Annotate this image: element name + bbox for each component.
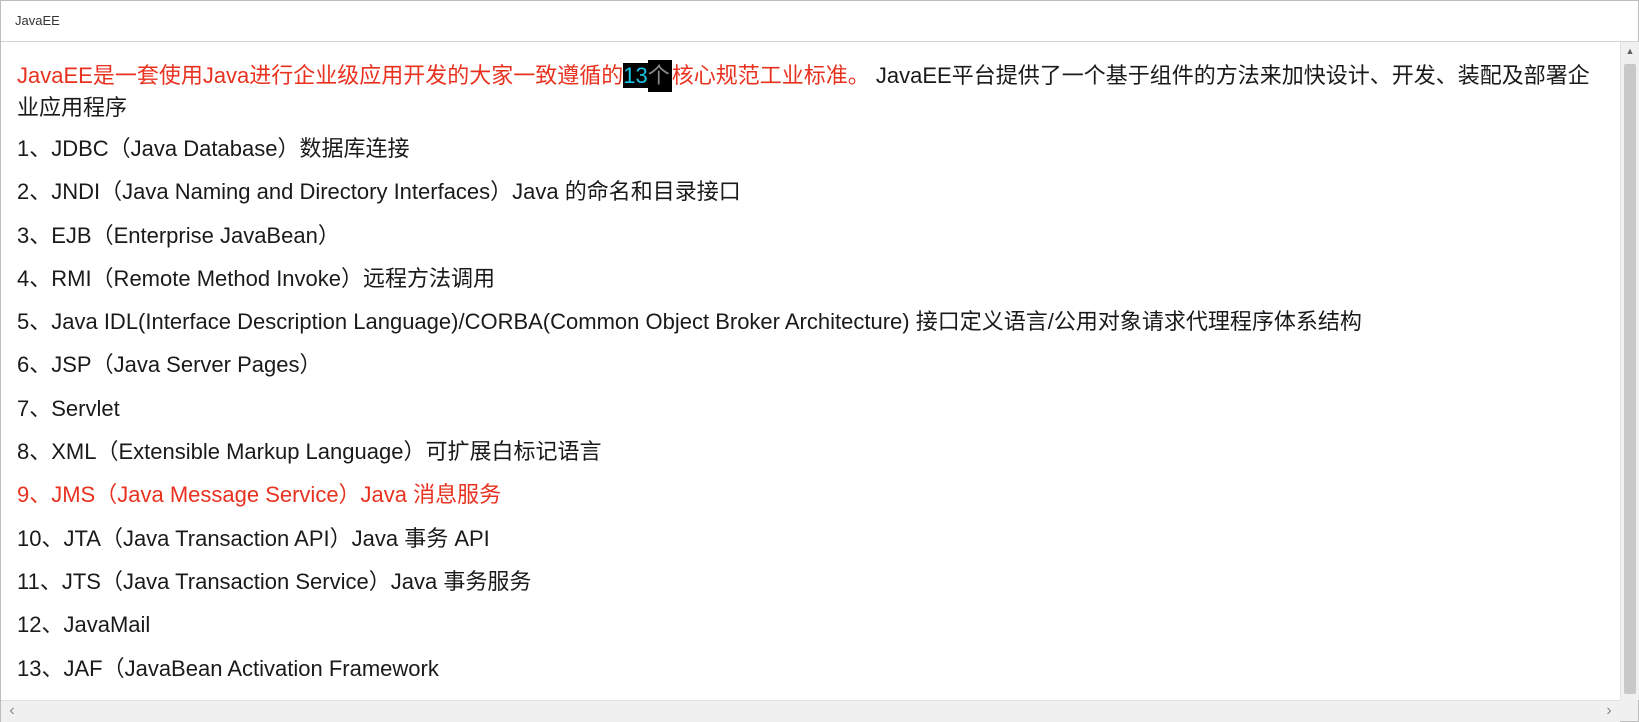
document-body[interactable]: JavaEE是一套使用Java进行企业级应用开发的大家一致遵循的13个核心规范工… [1, 42, 1620, 700]
list-item[interactable]: 12、JavaMail [17, 603, 1607, 646]
title-bar: JavaEE [1, 1, 1638, 42]
vertical-scroll-thumb[interactable] [1624, 64, 1636, 694]
list-item[interactable]: 8、XML（Extensible Markup Language）可扩展白标记语… [17, 430, 1607, 473]
chevron-right-icon[interactable]: › [1600, 701, 1618, 722]
selected-char[interactable]: 个 [647, 60, 672, 92]
document-window: JavaEE JavaEE是一套使用Java进行企业级应用开发的大家一致遵循的1… [0, 0, 1639, 722]
intro-red-text: JavaEE是一套使用Java进行企业级应用开发的大家一致遵循的 [17, 63, 624, 88]
window-title: JavaEE [15, 13, 60, 28]
list-item[interactable]: 10、JTA（Java Transaction API）Java 事务 API [17, 517, 1607, 560]
list-item-highlighted[interactable]: 9、JMS（Java Message Service）Java 消息服务 [17, 473, 1607, 516]
vertical-scrollbar[interactable]: ▲ [1620, 42, 1639, 700]
list-item[interactable]: 1、JDBC（Java Database）数据库连接 [17, 127, 1607, 170]
list-item[interactable]: 11、JTS（Java Transaction Service）Java 事务服… [17, 560, 1607, 603]
list-item[interactable]: 3、EJB（Enterprise JavaBean） [17, 214, 1607, 257]
list-item[interactable]: 5、Java IDL(Interface Description Languag… [17, 300, 1607, 343]
list-item[interactable]: 7、Servlet [17, 387, 1607, 430]
list-item[interactable]: 13、JAF（JavaBean Activation Framework [17, 647, 1607, 690]
scrollbar-corner [1620, 700, 1638, 721]
list-item[interactable]: 4、RMI（Remote Method Invoke）远程方法调用 [17, 257, 1607, 300]
list-item[interactable]: 2、JNDI（Java Naming and Directory Interfa… [17, 170, 1607, 213]
list-item[interactable]: 6、JSP（Java Server Pages） [17, 343, 1607, 386]
selected-number[interactable]: 13 [623, 63, 648, 88]
intro-paragraph[interactable]: JavaEE是一套使用Java进行企业级应用开发的大家一致遵循的13个核心规范工… [17, 60, 1607, 124]
intro-red-text-2: 核心规范工业标准。 [671, 63, 870, 88]
chevron-left-icon[interactable]: ‹ [3, 701, 21, 722]
spec-list: 1、JDBC（Java Database）数据库连接 2、JNDI（Java N… [17, 127, 1607, 690]
caret-up-icon[interactable]: ▲ [1621, 42, 1639, 60]
horizontal-scrollbar[interactable]: ‹ › [1, 700, 1620, 722]
